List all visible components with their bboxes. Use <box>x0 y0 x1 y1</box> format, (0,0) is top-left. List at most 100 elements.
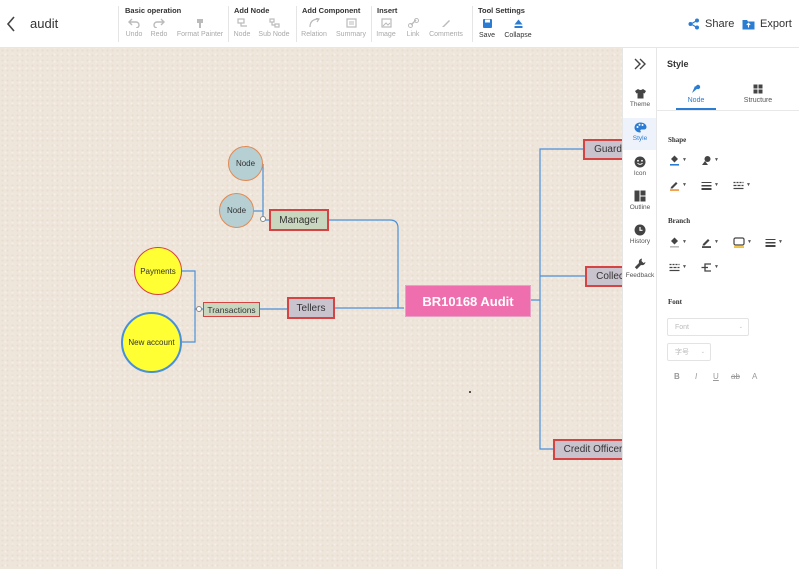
branch-border-dropdown[interactable]: ▼ <box>733 236 752 248</box>
branch-style-dropdown[interactable]: ▼ <box>669 261 687 273</box>
back-button[interactable] <box>4 14 20 34</box>
circle-node[interactable]: Node <box>219 193 254 228</box>
chevron-down-icon: ▼ <box>682 264 687 270</box>
circle-node-new-account[interactable]: New account <box>121 312 182 373</box>
format-painter-button[interactable]: Format Painter <box>174 18 226 44</box>
chevron-down-icon: ▼ <box>714 239 719 245</box>
group-title: Tool Settings <box>478 6 525 15</box>
smiley-icon <box>634 156 646 168</box>
branch-node-manager[interactable]: Manager <box>269 209 329 231</box>
image-icon <box>380 18 392 28</box>
format-painter-label: Format Painter <box>176 31 224 38</box>
redo-button[interactable]: Redo <box>148 18 170 44</box>
brush-icon <box>197 19 203 28</box>
tab-structure[interactable]: Structure <box>725 84 791 104</box>
sidebar-item-icon[interactable]: Icon <box>623 152 657 184</box>
border-color-dropdown[interactable]: ▼ <box>669 179 687 191</box>
fill-color-dropdown[interactable]: ▼ <box>669 154 687 166</box>
sidebar-label: History <box>629 238 651 245</box>
summary-icon <box>345 18 357 28</box>
sub-node-transactions[interactable]: Transactions <box>203 302 260 317</box>
panel-title: Style <box>667 59 689 69</box>
style-panel: Style Node Structure Shape ▼ ▼ ▼ ▼ ▼ Bra… <box>656 48 799 569</box>
border-style-dropdown[interactable]: ▼ <box>733 179 751 191</box>
side-icon-strip: Theme Style Icon Outline History Feedbac… <box>622 48 657 569</box>
tab-divider <box>657 110 799 111</box>
collapse-panel-button[interactable] <box>623 54 657 76</box>
connector-icon <box>701 262 711 272</box>
save-button[interactable]: Save <box>476 18 498 44</box>
strikethrough-button[interactable]: ab <box>731 372 740 381</box>
structure-icon <box>753 84 763 94</box>
collapse-button[interactable]: Collapse <box>502 18 534 44</box>
insert-link-button[interactable]: Link <box>403 18 423 44</box>
comment-icon <box>441 20 450 27</box>
shape-type-dropdown[interactable]: ▼ <box>701 154 719 166</box>
add-node-button[interactable]: Node <box>232 18 252 44</box>
add-sub-node-button[interactable]: Sub Node <box>257 18 291 44</box>
sidebar-item-history[interactable]: History <box>623 220 657 252</box>
undo-button[interactable]: Undo <box>123 18 145 44</box>
bold-button[interactable]: B <box>674 372 680 381</box>
group-title: Add Component <box>302 6 361 15</box>
undo-label: Undo <box>125 31 143 38</box>
canvas-dot <box>469 391 471 393</box>
export-label: Export <box>760 18 792 30</box>
summary-button[interactable]: Summary <box>334 18 368 44</box>
font-size-select[interactable]: 字号 ⌄ <box>667 343 711 361</box>
branch-node-credit-officer[interactable]: Credit Officer <box>553 439 622 460</box>
branch-line-color-dropdown[interactable]: ▼ <box>701 236 719 248</box>
branch-connector-dropdown[interactable]: ▼ <box>701 261 719 273</box>
toolbar-divider <box>472 6 473 42</box>
export-button[interactable]: Export <box>742 16 792 32</box>
italic-button[interactable]: I <box>695 372 697 381</box>
insert-image-button[interactable]: Image <box>375 18 397 44</box>
chevron-down-icon: ▼ <box>714 182 719 188</box>
sidebar-item-outline[interactable]: Outline <box>623 186 657 218</box>
group-title: Insert <box>377 6 398 15</box>
mindmap-canvas[interactable]: BR10168 Audit Guard Collec Credit Office… <box>0 48 622 569</box>
branch-node-guard[interactable]: Guard <box>583 139 622 160</box>
sidebar-item-style[interactable]: Style <box>623 118 657 150</box>
border-box-icon <box>733 236 745 248</box>
double-chevron-right-icon <box>634 58 646 70</box>
collapse-label: Collapse <box>504 32 532 39</box>
eject-icon <box>514 19 522 28</box>
branch-node-collec[interactable]: Collec <box>585 266 622 287</box>
branch-fill-dropdown[interactable]: ▼ <box>669 236 687 248</box>
chevron-down-icon: ▼ <box>746 182 751 188</box>
circle-node[interactable]: Node <box>228 146 263 181</box>
chevron-down-icon: ⌄ <box>700 349 705 355</box>
branch-width-dropdown[interactable]: ▼ <box>765 236 783 248</box>
chevron-down-icon: ▼ <box>747 239 752 245</box>
collapse-toggle[interactable] <box>196 306 202 312</box>
underline-button[interactable]: U <box>713 372 719 381</box>
branch-node-tellers[interactable]: Tellers <box>287 297 335 319</box>
chevron-down-icon: ▼ <box>778 239 783 245</box>
document-title[interactable]: audit <box>30 16 58 31</box>
circle-node-payments[interactable]: Payments <box>134 247 182 295</box>
tab-structure-label: Structure <box>743 97 773 104</box>
chevron-down-icon: ▼ <box>714 264 719 270</box>
line-width-icon <box>701 181 712 190</box>
share-icon <box>688 18 699 30</box>
palette-icon <box>634 122 646 133</box>
undo-icon <box>128 18 140 28</box>
save-icon <box>482 19 492 28</box>
chevron-down-icon: ▼ <box>682 239 687 245</box>
redo-label: Redo <box>150 31 168 38</box>
sidebar-item-theme[interactable]: Theme <box>623 84 657 116</box>
root-node[interactable]: BR10168 Audit <box>405 285 531 317</box>
insert-comments-button[interactable]: Comments <box>427 18 465 44</box>
dash-style-icon <box>733 181 744 189</box>
tab-node[interactable]: Node <box>663 84 729 104</box>
border-width-dropdown[interactable]: ▼ <box>701 179 719 191</box>
sidebar-item-feedback[interactable]: Feedback <box>623 254 657 286</box>
font-color-button[interactable]: A <box>752 372 757 381</box>
paint-bucket-icon <box>670 155 679 166</box>
collapse-toggle[interactable] <box>260 216 266 222</box>
relation-button[interactable]: Relation <box>300 18 328 44</box>
tab-node-label: Node <box>687 97 705 104</box>
font-family-select[interactable]: Font ⌄ <box>667 318 749 336</box>
share-button[interactable]: Share <box>688 16 734 32</box>
